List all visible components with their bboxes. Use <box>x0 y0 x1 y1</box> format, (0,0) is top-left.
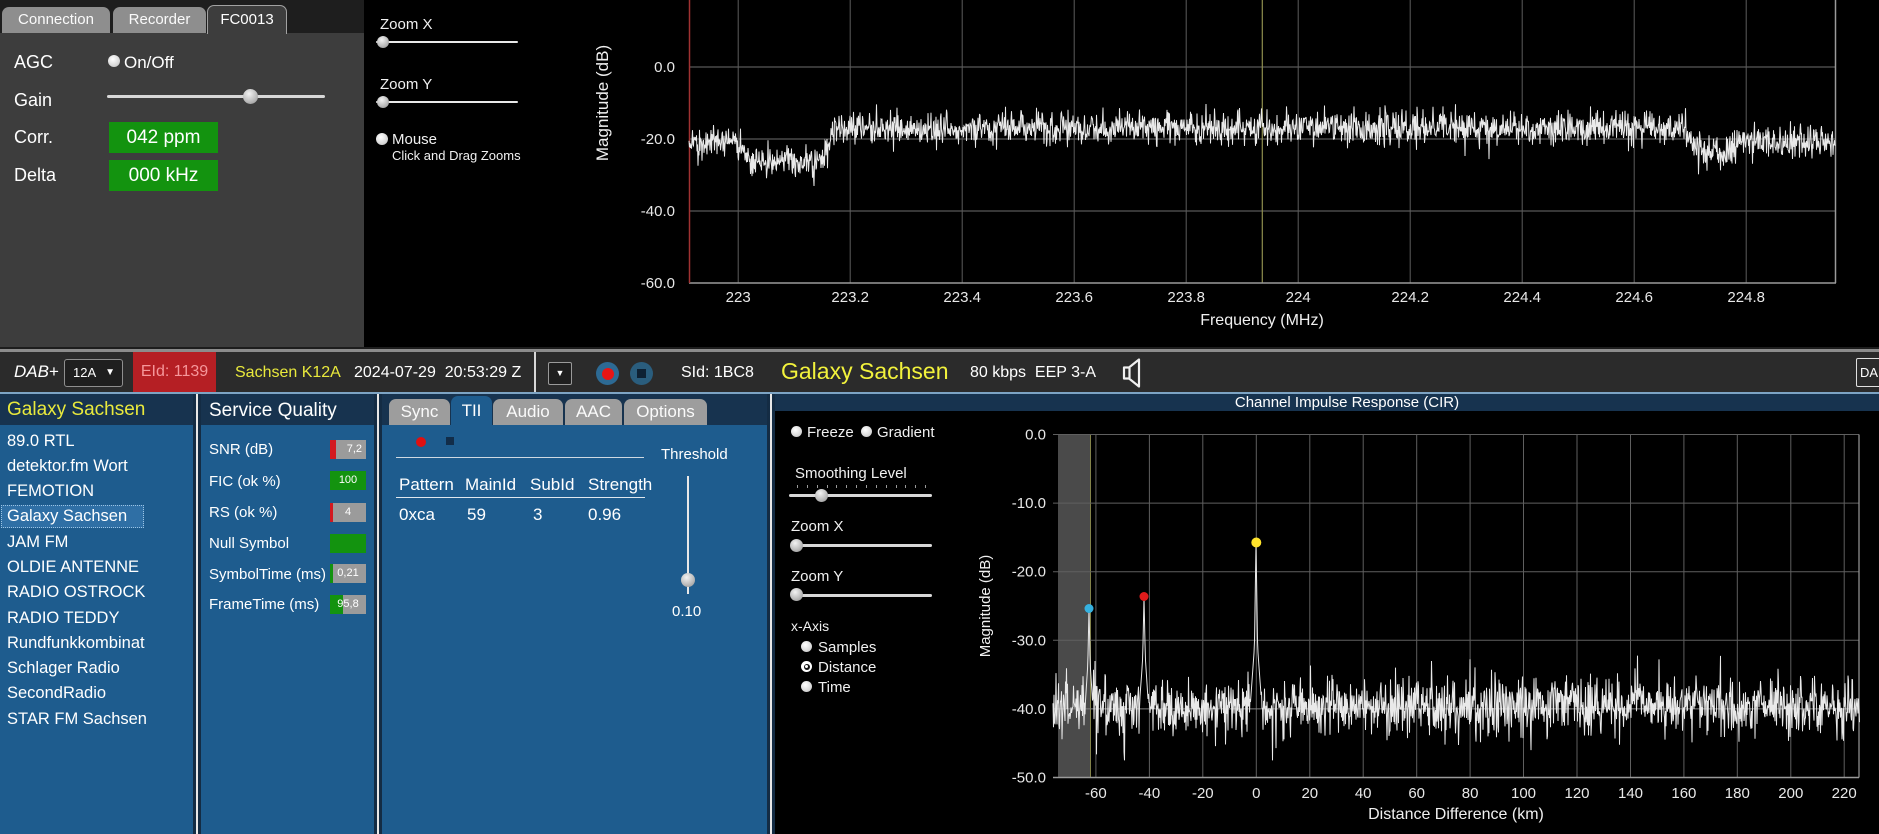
svg-text:100: 100 <box>1511 785 1536 802</box>
svg-text:0.0: 0.0 <box>1025 427 1046 444</box>
svg-text:80: 80 <box>1462 785 1479 802</box>
svg-text:-60: -60 <box>1085 785 1107 802</box>
svg-text:160: 160 <box>1671 785 1696 802</box>
svg-text:223.4: 223.4 <box>943 289 981 306</box>
svg-text:-40.0: -40.0 <box>1012 701 1046 718</box>
svg-text:223.2: 223.2 <box>831 289 869 306</box>
svg-text:20: 20 <box>1301 785 1318 802</box>
svg-text:180: 180 <box>1725 785 1750 802</box>
svg-text:0: 0 <box>1252 785 1260 802</box>
svg-text:-20.0: -20.0 <box>1012 564 1046 581</box>
svg-text:Frequency (MHz): Frequency (MHz) <box>1200 312 1324 329</box>
svg-text:-20.0: -20.0 <box>641 131 675 148</box>
svg-text:-30.0: -30.0 <box>1012 632 1046 649</box>
svg-text:0.0: 0.0 <box>654 59 675 76</box>
svg-text:40: 40 <box>1355 785 1372 802</box>
svg-text:-60.0: -60.0 <box>641 275 675 292</box>
svg-text:224.4: 224.4 <box>1503 289 1541 306</box>
svg-text:60: 60 <box>1408 785 1425 802</box>
svg-text:Magnitude (dB): Magnitude (dB) <box>593 45 612 161</box>
svg-text:224.2: 224.2 <box>1391 289 1429 306</box>
svg-text:224.8: 224.8 <box>1727 289 1765 306</box>
svg-text:Magnitude (dB): Magnitude (dB) <box>977 555 994 658</box>
svg-text:200: 200 <box>1778 785 1803 802</box>
svg-text:224.6: 224.6 <box>1615 289 1653 306</box>
svg-text:223.8: 223.8 <box>1167 289 1205 306</box>
svg-text:-20: -20 <box>1192 785 1214 802</box>
svg-text:120: 120 <box>1564 785 1589 802</box>
svg-text:-50.0: -50.0 <box>1012 770 1046 787</box>
svg-text:-40.0: -40.0 <box>641 203 675 220</box>
svg-text:224: 224 <box>1286 289 1311 306</box>
svg-text:223.6: 223.6 <box>1055 289 1093 306</box>
svg-text:140: 140 <box>1618 785 1643 802</box>
svg-text:-40: -40 <box>1139 785 1161 802</box>
svg-text:Distance Difference (km): Distance Difference (km) <box>1368 806 1544 823</box>
svg-text:223: 223 <box>726 289 751 306</box>
svg-text:-10.0: -10.0 <box>1012 495 1046 512</box>
svg-text:220: 220 <box>1832 785 1857 802</box>
